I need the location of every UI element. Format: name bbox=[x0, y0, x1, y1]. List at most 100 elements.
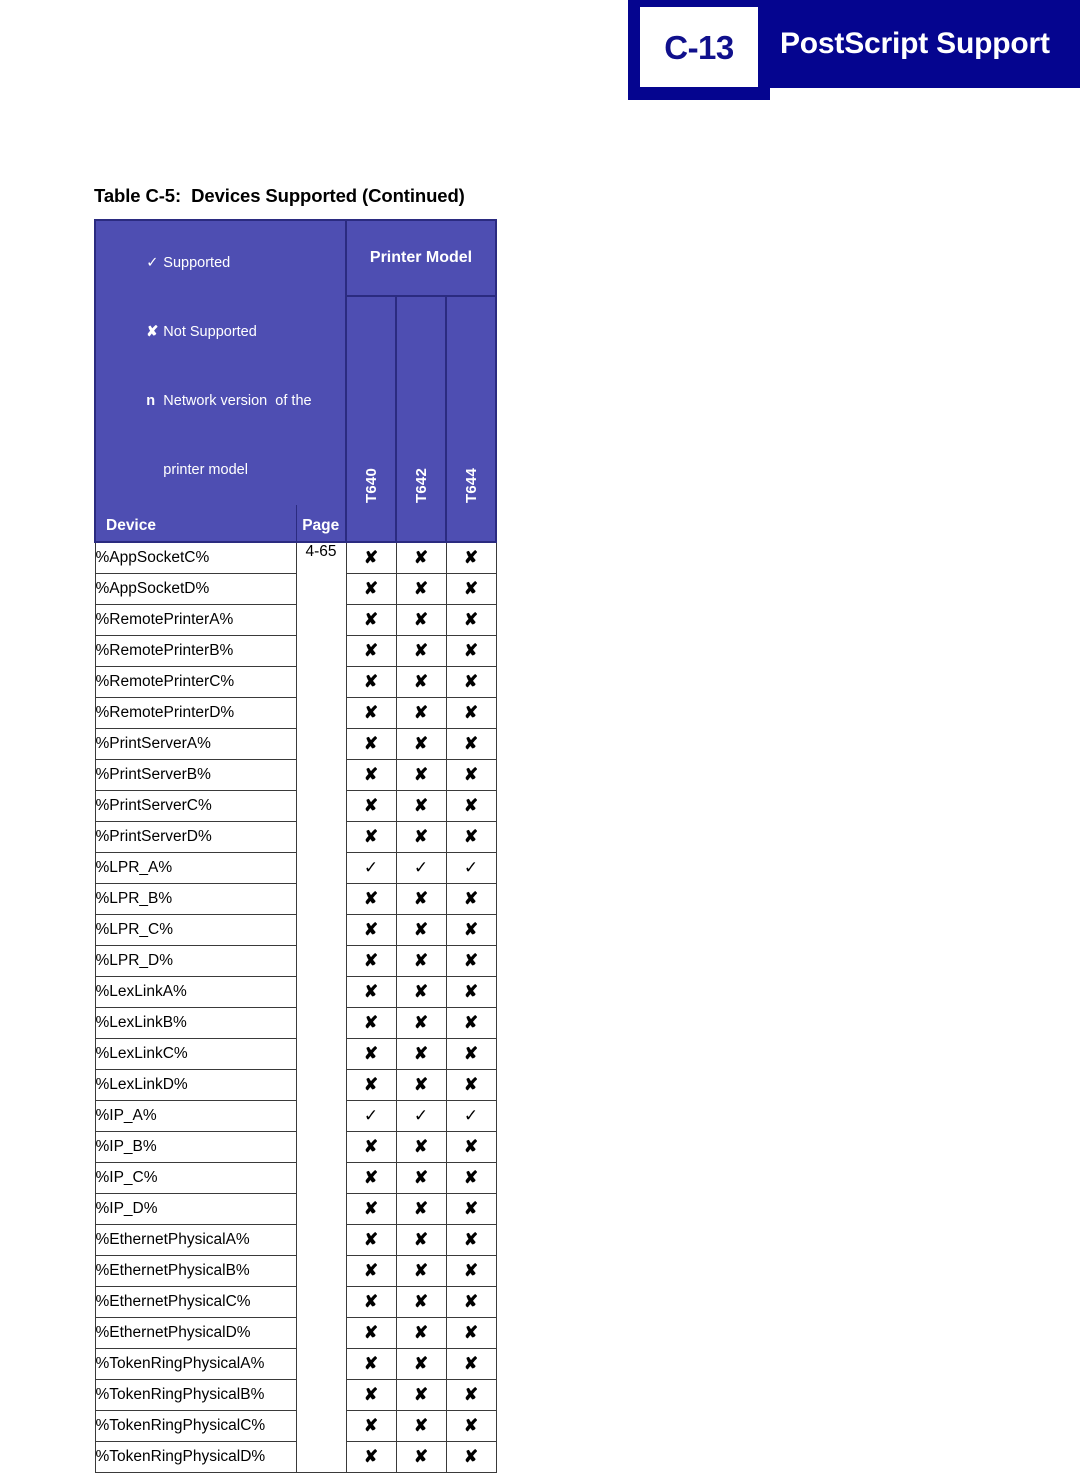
cell-device-name: %RemotePrinterA% bbox=[94, 604, 297, 636]
cell-support-t640: ✘ bbox=[345, 728, 397, 760]
table-row: %LexLinkC% ✘ ✘ ✘ bbox=[94, 1038, 497, 1070]
cell-device-name: %TokenRingPhysicalC% bbox=[94, 1410, 297, 1442]
cross-icon: ✘ bbox=[363, 889, 379, 908]
cross-icon: ✘ bbox=[413, 641, 429, 660]
cell-support-t642: ✘ bbox=[395, 1441, 447, 1473]
cell-support-t640: ✘ bbox=[345, 635, 397, 667]
cell-support-t640: ✘ bbox=[345, 541, 397, 574]
cell-support-t642: ✘ bbox=[395, 1379, 447, 1411]
cell-device-name: %IP_A% bbox=[94, 1100, 297, 1132]
cross-icon: ✘ bbox=[463, 1168, 479, 1187]
table-caption: Table C-5: Devices Supported (Continued) bbox=[94, 185, 465, 206]
cross-icon: ✘ bbox=[463, 1323, 479, 1342]
cross-icon: ✘ bbox=[413, 1261, 429, 1280]
cell-device-name: %LPR_C% bbox=[94, 914, 297, 946]
table-row: %LexLinkD% ✘ ✘ ✘ bbox=[94, 1069, 497, 1101]
cell-support-t640: ✘ bbox=[345, 1348, 397, 1380]
cross-icon: ✘ bbox=[363, 672, 379, 691]
cell-support-t644: ✘ bbox=[445, 573, 497, 605]
table-row: %EthernetPhysicalA% ✘ ✘ ✘ bbox=[94, 1224, 497, 1256]
table-row: %TokenRingPhysicalA% ✘ ✘ ✘ bbox=[94, 1348, 497, 1380]
cell-support-t642: ✘ bbox=[395, 541, 447, 574]
cell-device-name: %PrintServerB% bbox=[94, 759, 297, 791]
cross-icon: ✘ bbox=[463, 765, 479, 784]
cross-icon: ✘ bbox=[463, 610, 479, 629]
cross-icon: ✘ bbox=[363, 1323, 379, 1342]
cell-support-t644: ✘ bbox=[445, 976, 497, 1008]
cell-support-t644: ✘ bbox=[445, 1410, 497, 1442]
cross-icon: ✘ bbox=[463, 1075, 479, 1094]
cross-icon: ✘ bbox=[363, 1354, 379, 1373]
cell-support-t640: ✘ bbox=[345, 666, 397, 698]
cell-support-t642: ✘ bbox=[395, 728, 447, 760]
cross-icon: ✘ bbox=[413, 579, 429, 598]
check-icon: ✓ bbox=[363, 1106, 379, 1125]
cross-icon: ✘ bbox=[463, 827, 479, 846]
cell-device-name: %AppSocketC% bbox=[94, 541, 297, 574]
legend-label-supported: Supported bbox=[163, 255, 231, 271]
cell-support-t642: ✘ bbox=[395, 604, 447, 636]
cross-icon: ✘ bbox=[363, 920, 379, 939]
cross-icon: ✘ bbox=[463, 1416, 479, 1435]
cell-page-reference: 4-65 bbox=[296, 542, 347, 1473]
cell-support-t644: ✘ bbox=[445, 1131, 497, 1163]
cell-device-name: %LPR_D% bbox=[94, 945, 297, 977]
cross-icon: ✘ bbox=[463, 672, 479, 691]
cell-support-t640: ✘ bbox=[345, 1038, 397, 1070]
cell-support-t642: ✘ bbox=[395, 759, 447, 791]
cell-device-name: %PrintServerC% bbox=[94, 790, 297, 822]
network-letter-icon: n bbox=[146, 393, 156, 409]
cross-icon: ✘ bbox=[463, 982, 479, 1001]
cell-device-name: %RemotePrinterD% bbox=[94, 697, 297, 729]
cell-support-t640: ✘ bbox=[345, 1162, 397, 1194]
cross-icon: ✘ bbox=[413, 672, 429, 691]
cell-support-t642: ✘ bbox=[395, 976, 447, 1008]
table-row: %IP_B% ✘ ✘ ✘ bbox=[94, 1131, 497, 1163]
cross-icon: ✘ bbox=[413, 1292, 429, 1311]
cell-support-t640: ✘ bbox=[345, 1224, 397, 1256]
table-row: %RemotePrinterA% ✘ ✘ ✘ bbox=[94, 604, 497, 636]
cell-support-t642: ✘ bbox=[395, 1286, 447, 1318]
cross-icon: ✘ bbox=[463, 1261, 479, 1280]
cross-icon: ✘ bbox=[463, 1199, 479, 1218]
cell-support-t640: ✘ bbox=[345, 945, 397, 977]
cell-support-t642: ✓ bbox=[395, 852, 447, 884]
cell-support-t640: ✘ bbox=[345, 1286, 397, 1318]
cross-icon: ✘ bbox=[363, 1292, 379, 1311]
cross-icon: ✘ bbox=[363, 548, 379, 567]
legend-row-supported: ✓ Supported bbox=[106, 229, 345, 298]
cross-icon: ✘ bbox=[413, 1199, 429, 1218]
cell-device-name: %AppSocketD% bbox=[94, 573, 297, 605]
check-icon: ✓ bbox=[463, 858, 479, 877]
cell-support-t640: ✘ bbox=[345, 1379, 397, 1411]
cell-support-t640: ✘ bbox=[345, 604, 397, 636]
cross-icon: ✘ bbox=[463, 1230, 479, 1249]
chapter-number: C-13 bbox=[664, 28, 734, 66]
table-row: %LPR_D% ✘ ✘ ✘ bbox=[94, 945, 497, 977]
cell-device-name: %TokenRingPhysicalA% bbox=[94, 1348, 297, 1380]
cell-support-t642: ✘ bbox=[395, 1348, 447, 1380]
cell-support-t642: ✘ bbox=[395, 1410, 447, 1442]
cell-support-t642: ✘ bbox=[395, 1255, 447, 1287]
cell-support-t642: ✘ bbox=[395, 1162, 447, 1194]
chapter-number-box: C-13 bbox=[640, 7, 758, 87]
cell-support-t640: ✓ bbox=[345, 852, 397, 884]
cross-icon: ✘ bbox=[463, 1137, 479, 1156]
table-row: %EthernetPhysicalC% ✘ ✘ ✘ bbox=[94, 1286, 497, 1318]
cross-icon: ✘ bbox=[363, 1261, 379, 1280]
cell-support-t642: ✘ bbox=[395, 697, 447, 729]
cross-icon: ✘ bbox=[363, 734, 379, 753]
cross-icon: ✘ bbox=[463, 703, 479, 722]
cross-icon: ✘ bbox=[363, 703, 379, 722]
cross-icon: ✘ bbox=[146, 324, 159, 340]
cross-icon: ✘ bbox=[463, 579, 479, 598]
cross-icon: ✘ bbox=[463, 1447, 479, 1466]
cross-icon: ✘ bbox=[413, 1447, 429, 1466]
table-row: %PrintServerD% ✘ ✘ ✘ bbox=[94, 821, 497, 853]
cross-icon: ✘ bbox=[413, 610, 429, 629]
cell-support-t640: ✘ bbox=[345, 1069, 397, 1101]
cross-icon: ✘ bbox=[413, 1230, 429, 1249]
model-label-t640: T640 bbox=[362, 468, 380, 503]
table-row: %PrintServerA% ✘ ✘ ✘ bbox=[94, 728, 497, 760]
cell-support-t644: ✘ bbox=[445, 1193, 497, 1225]
